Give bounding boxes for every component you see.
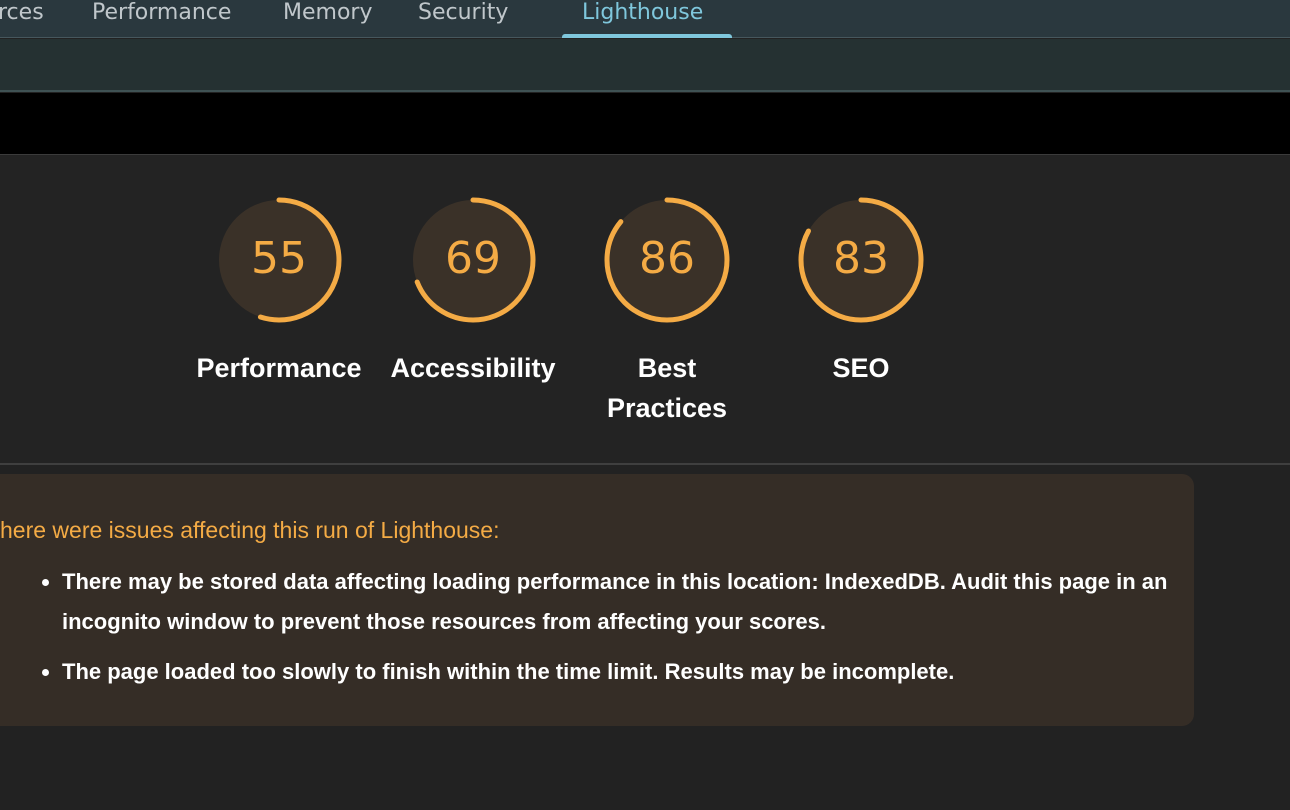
gauge-performance-label: Performance	[196, 353, 362, 383]
gauge-accessibility-score: 69	[445, 233, 501, 284]
gauge-performance-score: 55	[251, 233, 307, 284]
gauge-best-practices-label-line2: Practices	[606, 393, 728, 423]
score-gauges-section: 55 Performance 69 Accessibility 86 Best …	[0, 156, 1290, 465]
run-warnings-list: There may be stored data affecting loadi…	[42, 562, 1172, 702]
tab-security[interactable]: Security	[418, 0, 508, 26]
active-tab-indicator	[562, 34, 732, 38]
gauge-performance[interactable]: 55 Performance	[189, 194, 369, 388]
gauge-accessibility[interactable]: 69 Accessibility	[383, 194, 563, 388]
tab-lighthouse[interactable]: Lighthouse	[582, 0, 703, 26]
gauge-best-practices[interactable]: 86 Best Practices	[577, 194, 757, 428]
tab-memory[interactable]: Memory	[283, 0, 372, 26]
gauge-seo-score: 83	[833, 233, 889, 284]
tab-sources[interactable]: rces	[0, 0, 44, 26]
gauge-seo[interactable]: 83 SEO	[771, 194, 951, 388]
tab-performance[interactable]: Performance	[92, 0, 231, 26]
run-warning-item: There may be stored data affecting loadi…	[42, 562, 1172, 642]
gauge-performance-ring: 55	[216, 197, 342, 323]
run-warning-item: The page loaded too slowly to finish wit…	[42, 652, 1172, 692]
gauge-best-practices-score: 86	[639, 233, 695, 284]
run-warnings-title: here were issues affecting this run of L…	[0, 517, 500, 543]
gauge-seo-ring: 83	[798, 197, 924, 323]
gauge-seo-label: SEO	[832, 353, 890, 383]
gauge-best-practices-ring: 86	[604, 197, 730, 323]
report-topbar	[0, 93, 1290, 155]
lighthouse-toolbar	[0, 39, 1290, 92]
devtools-tab-bar: rces Performance Memory Security Lightho…	[0, 0, 1290, 38]
gauge-best-practices-label: Best Practices	[577, 348, 757, 428]
gauge-best-practices-label-line1: Best	[637, 353, 697, 383]
gauge-accessibility-ring: 69	[410, 197, 536, 323]
gauge-accessibility-label: Accessibility	[390, 353, 556, 383]
